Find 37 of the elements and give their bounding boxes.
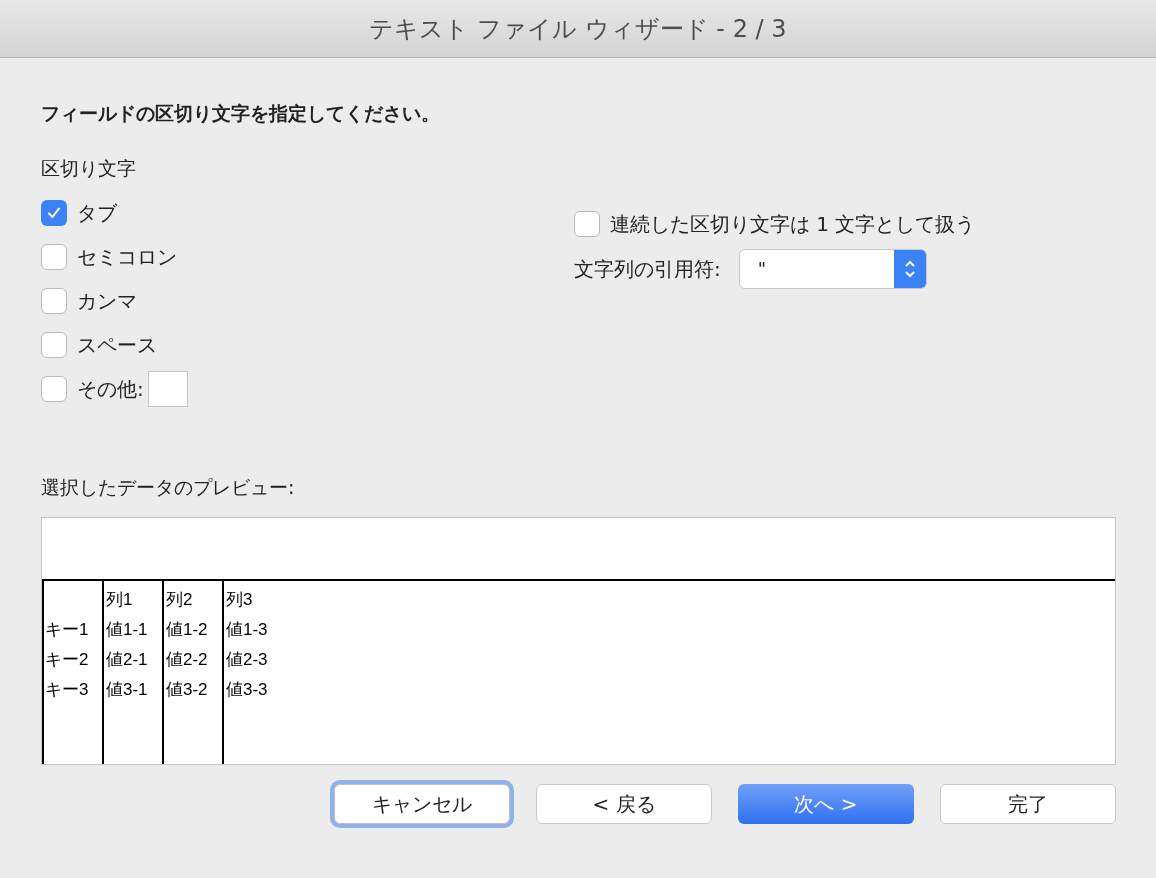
select-dropdown[interactable]: " <box>738 248 927 289</box>
checkbox[interactable] <box>574 210 600 237</box>
checkbox-label: セミコロン <box>77 243 177 271</box>
dialog-button[interactable]: 完了 <box>940 784 1116 824</box>
table-cell-text: 値2-1 <box>105 649 148 672</box>
checkbox[interactable] <box>41 199 67 226</box>
checkbox-label: スペース <box>77 331 157 359</box>
table-cell-text: 値3-3 <box>225 679 268 702</box>
table-cell-text: キー1 <box>44 619 89 642</box>
table-cell-text: 値3-1 <box>105 679 148 702</box>
dialog-button[interactable]: < 戻る <box>536 784 712 824</box>
checkbox[interactable] <box>41 375 67 402</box>
stepper-icon <box>893 249 926 288</box>
instruction-text: フィールドの区切り文字を指定してください。 <box>41 101 441 126</box>
table-cell-text: 値1-2 <box>165 619 208 642</box>
checkbox-label: その他: <box>77 375 144 403</box>
table-cell-text: 値1-3 <box>225 619 268 642</box>
table-cell-text: 値2-2 <box>165 649 208 672</box>
window-title: テキスト ファイル ウィザード - 2 / 3 <box>369 13 787 45</box>
table-cell-text: 値2-3 <box>225 649 268 672</box>
table-cell-text: 値3-2 <box>165 679 208 702</box>
checkbox-label: 連続した区切り文字は 1 文字として扱う <box>610 210 976 238</box>
section-label: 区切り文字 <box>41 155 137 181</box>
table-cell-text: 列3 <box>225 589 253 612</box>
checkbox[interactable] <box>41 331 67 358</box>
checkbox[interactable] <box>41 287 67 314</box>
table-cell-text: キー3 <box>44 679 89 702</box>
table-cell-text: キー2 <box>44 649 89 672</box>
input-field[interactable] <box>147 370 188 407</box>
field-label: 文字列の引用符: <box>574 255 721 283</box>
checkbox-label: タブ <box>77 199 117 227</box>
checkbox-label: カンマ <box>77 287 137 315</box>
preview-label: 選択したデータのプレビュー: <box>41 474 296 500</box>
table-cell-text: 値1-1 <box>105 619 148 642</box>
table-cell-text: 列2 <box>165 589 193 612</box>
table-cell-text: 列1 <box>105 589 133 612</box>
checkbox[interactable] <box>41 243 67 270</box>
